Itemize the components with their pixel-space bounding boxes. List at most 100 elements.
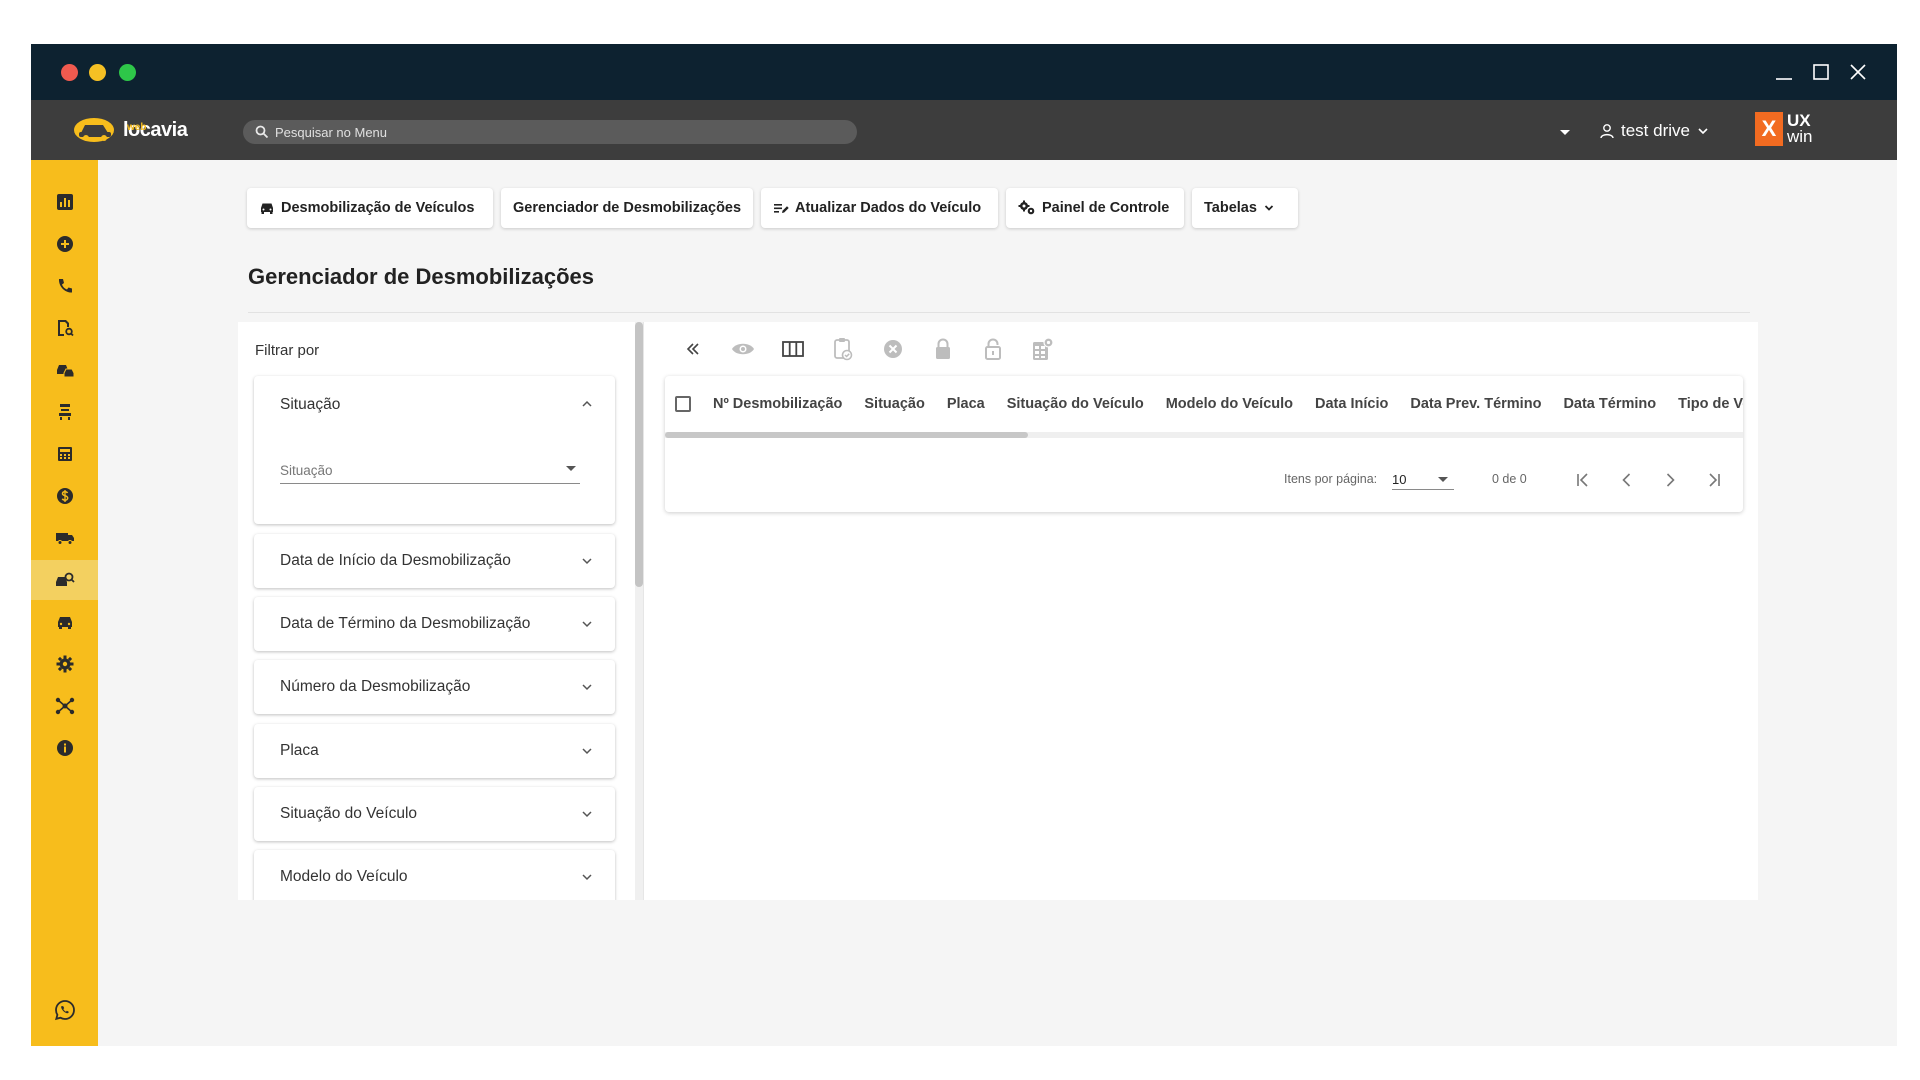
first-page-button[interactable] — [1571, 468, 1595, 492]
last-page-icon — [1709, 473, 1720, 487]
maximize-window-dot[interactable] — [119, 64, 136, 81]
sidebar-item-demobilization[interactable] — [31, 560, 98, 600]
sidebar-item-vehicles[interactable] — [31, 602, 98, 642]
uxwin-logo: X UX win — [1755, 112, 1813, 146]
approve-button[interactable] — [818, 332, 868, 366]
sidebar-item-finance[interactable] — [31, 476, 98, 516]
minimize-icon[interactable] — [1771, 59, 1797, 85]
sidebar-item-whatsapp[interactable] — [31, 990, 98, 1030]
columns-button[interactable] — [768, 332, 818, 366]
sidebar-item-logistics[interactable] — [31, 518, 98, 558]
grid-scrollbar-thumb[interactable] — [665, 432, 1028, 438]
column-header[interactable]: Situação do Veículo — [1007, 396, 1144, 412]
maximize-icon[interactable] — [1808, 59, 1834, 85]
sidebar-item-settings[interactable] — [31, 644, 98, 684]
caret-down-icon — [1438, 477, 1448, 482]
filter-scrollbar-thumb[interactable] — [635, 322, 643, 587]
sidebar-item-calls[interactable] — [31, 266, 98, 306]
lock-icon — [936, 338, 950, 359]
sidebar-item-info[interactable] — [31, 728, 98, 768]
filter-scrollbar[interactable] — [635, 322, 643, 900]
column-header[interactable]: Data Prev. Término — [1410, 396, 1541, 412]
car-icon — [57, 617, 72, 629]
filter-modelo-veiculo[interactable]: Modelo do Veículo — [254, 850, 615, 900]
sidebar-item-dashboard[interactable] — [31, 182, 98, 222]
column-header[interactable]: Placa — [947, 396, 985, 412]
tab-atualizar-dados-veiculo[interactable]: Atualizar Dados do Veículo — [761, 188, 998, 228]
header-dropdown-icon[interactable] — [1555, 122, 1575, 142]
user-menu[interactable]: test drive — [1599, 116, 1710, 146]
tab-label: Painel de Controle — [1042, 200, 1170, 216]
tab-tabelas[interactable]: Tabelas — [1192, 188, 1298, 228]
seat-icon — [58, 404, 71, 420]
lock-button[interactable] — [918, 332, 968, 366]
sidebar-item-integrations[interactable] — [31, 686, 98, 726]
previous-page-button[interactable] — [1615, 468, 1639, 492]
next-page-button[interactable] — [1658, 468, 1682, 492]
data-grid: Nº Desmobilização Situação Placa Situaçã… — [665, 376, 1743, 512]
sidebar-item-accidents[interactable] — [31, 350, 98, 390]
tab-label: Gerenciador de Desmobilizações — [513, 200, 742, 216]
minimize-window-dot[interactable] — [89, 64, 106, 81]
filter-section-label: Número da Desmobilização — [280, 678, 471, 695]
gear-icon — [56, 655, 73, 673]
cancel-button[interactable] — [868, 332, 918, 366]
menu-search[interactable] — [243, 120, 857, 144]
column-header[interactable]: Data Término — [1563, 396, 1656, 412]
chevron-down-icon — [582, 811, 592, 818]
chevron-down-icon — [1264, 205, 1274, 211]
app-header: locavia web test drive X — [31, 100, 1897, 160]
filter-section-label: Placa — [280, 742, 319, 759]
dollar-icon — [56, 488, 73, 504]
items-per-page-select[interactable]: 10 — [1392, 468, 1454, 490]
filter-panel: Filtrar por Situação Situação Data de In… — [238, 322, 643, 900]
view-button[interactable] — [718, 332, 768, 366]
filter-situacao-veiculo[interactable]: Situação do Veículo — [254, 787, 615, 841]
tab-gerenciador-desmobilizacoes[interactable]: Gerenciador de Desmobilizações — [501, 188, 753, 228]
select-all-checkbox[interactable] — [675, 396, 691, 412]
tab-desmobilizacao-veiculos[interactable]: Desmobilização de Veículos — [247, 188, 493, 228]
column-header[interactable]: Tipo de Ve — [1678, 396, 1743, 412]
tab-painel-controle[interactable]: Painel de Controle — [1006, 188, 1184, 228]
search-input[interactable] — [275, 124, 835, 140]
filter-data-inicio[interactable]: Data de Início da Desmobilização — [254, 534, 615, 588]
situacao-select[interactable]: Situação — [280, 458, 580, 484]
items-per-page-value: 10 — [1392, 472, 1407, 487]
spreadsheet-settings-button[interactable] — [1018, 332, 1068, 366]
collapse-filters-button[interactable] — [668, 332, 718, 366]
filter-section-label: Data de Término da Desmobilização — [280, 615, 531, 632]
column-header[interactable]: Data Início — [1315, 396, 1388, 412]
user-name: test drive — [1621, 121, 1690, 140]
chevron-left-icon — [1622, 473, 1631, 487]
filter-placa[interactable]: Placa — [254, 724, 615, 778]
close-icon[interactable] — [1845, 59, 1871, 85]
filter-title: Filtrar por — [255, 342, 320, 359]
sidebar-item-documents[interactable] — [31, 308, 98, 348]
filter-data-termino[interactable]: Data de Término da Desmobilização — [254, 597, 615, 651]
filter-situacao-header[interactable]: Situação — [280, 396, 340, 414]
panel-divider — [643, 322, 644, 900]
unlock-button[interactable] — [968, 332, 1018, 366]
filter-numero[interactable]: Número da Desmobilização — [254, 660, 615, 714]
chevron-down-icon — [1698, 128, 1708, 135]
tab-label: Tabelas — [1204, 200, 1257, 216]
sidebar-item-calculator[interactable] — [31, 434, 98, 474]
chevron-down-icon — [582, 621, 592, 628]
sidebar — [31, 160, 98, 1046]
page-range: 0 de 0 — [1492, 472, 1527, 486]
sidebar-item-add[interactable] — [31, 224, 98, 264]
unlock-icon — [985, 338, 1001, 360]
spreadsheet-settings-icon — [1033, 337, 1054, 360]
sidebar-item-seats[interactable] — [31, 392, 98, 432]
title-divider — [248, 312, 1750, 313]
column-header[interactable]: Situação — [864, 396, 924, 412]
chevron-up-icon[interactable] — [579, 396, 595, 412]
grid-horizontal-scrollbar[interactable] — [665, 432, 1743, 438]
column-header[interactable]: Nº Desmobilização — [713, 396, 842, 412]
column-header[interactable]: Modelo do Veículo — [1166, 396, 1293, 412]
close-window-dot[interactable] — [61, 64, 78, 81]
cancel-circle-icon — [884, 340, 902, 358]
last-page-button[interactable] — [1702, 468, 1726, 492]
first-page-icon — [1577, 473, 1588, 487]
filter-section-label: Modelo do Veículo — [280, 868, 408, 885]
